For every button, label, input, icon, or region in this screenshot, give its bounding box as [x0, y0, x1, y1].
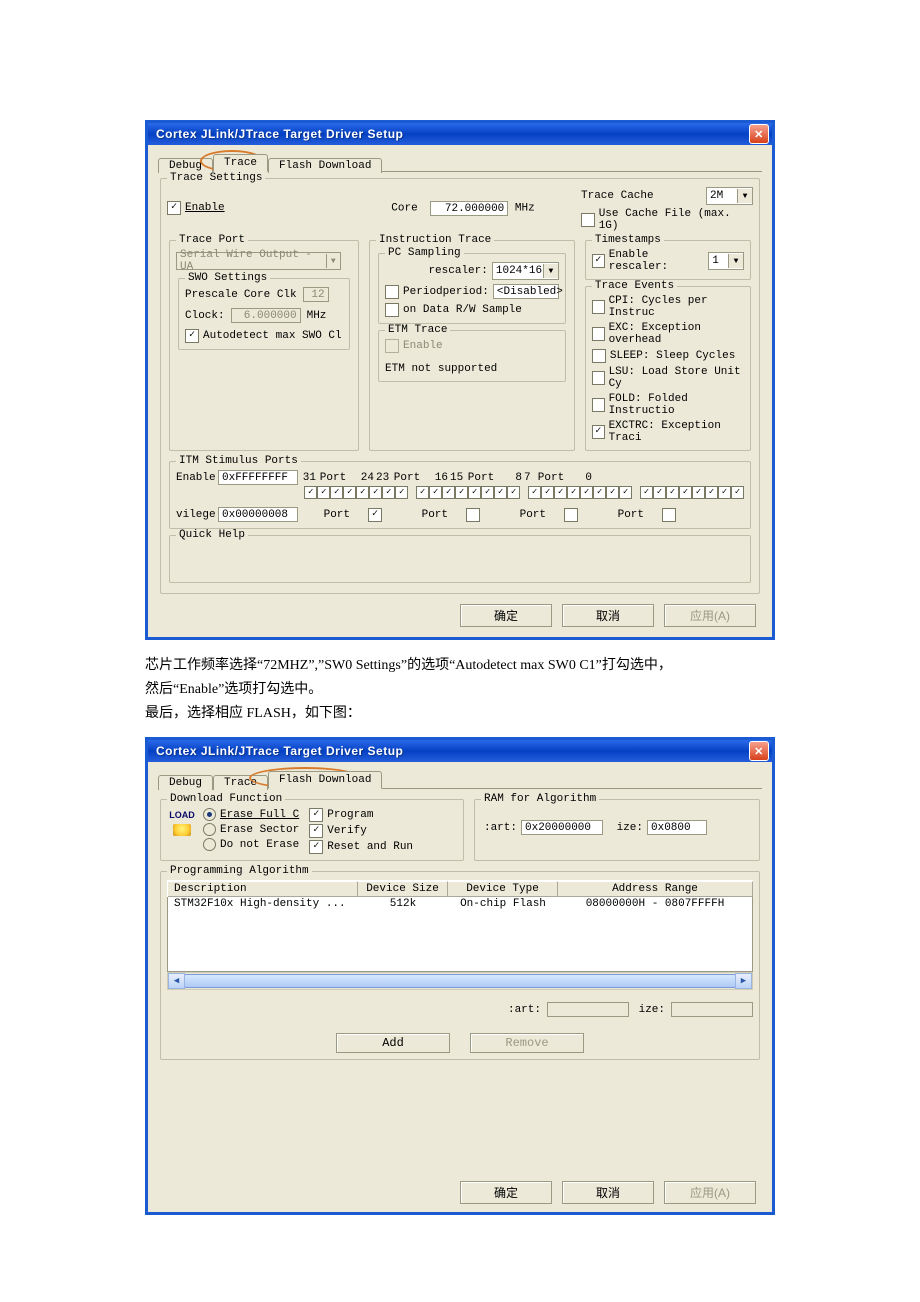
group-quick-help: Quick Help [169, 535, 751, 583]
etm-enable-checkbox: Enable [385, 339, 559, 353]
add-button[interactable]: Add [336, 1033, 450, 1053]
doc-annotation: 芯片工作频率选择“72MHZ”,”SW0 Settings”的选项“Autode… [145, 654, 775, 725]
event-exc[interactable]: EXC: Exception overhead [592, 322, 744, 346]
etm-note: ETM not supported [385, 363, 559, 375]
on-data-rw-checkbox[interactable]: on Data R/W Sample [385, 303, 559, 317]
dialog-trace: Cortex JLink/JTrace Target Driver Setup … [145, 120, 775, 640]
window-title: Cortex JLink/JTrace Target Driver Setup [156, 744, 403, 758]
itm-bits-23-16[interactable]: ✓✓✓✓✓✓✓✓ [416, 486, 520, 499]
priv-port-7-0[interactable] [662, 508, 676, 522]
group-etm-trace: ETM Trace Enable ETM not supported [378, 330, 566, 382]
swo-clock-input: 6.000000 [231, 308, 301, 323]
check-program[interactable]: ✓Program [309, 808, 413, 822]
algo-start-input [547, 1002, 629, 1017]
algo-table[interactable]: STM32F10x High-density ... 512k On-chip … [167, 897, 753, 972]
enable-checkbox[interactable]: ✓ Enable [167, 201, 345, 215]
trace-cache-label: Trace Cache [581, 190, 654, 202]
group-programming-algorithm: Programming Algorithm Description Device… [160, 871, 760, 1060]
algo-size-input [671, 1002, 753, 1017]
itm-enable-input[interactable]: 0xFFFFFFFF [218, 470, 298, 485]
titlebar[interactable]: Cortex JLink/JTrace Target Driver Setup … [148, 740, 772, 762]
cancel-button[interactable]: 取消 [562, 604, 654, 627]
titlebar[interactable]: Cortex JLink/JTrace Target Driver Setup … [148, 123, 772, 145]
apply-button: 应用(A) [664, 1181, 756, 1204]
check-reset-run[interactable]: ✓Reset and Run [309, 840, 413, 854]
window-title: Cortex JLink/JTrace Target Driver Setup [156, 127, 403, 141]
legend: Trace Settings [167, 172, 265, 184]
period-checkbox[interactable]: Periodperiod: <Disabled> [385, 284, 559, 299]
tab-debug[interactable]: Debug [158, 775, 213, 790]
load-icon: LOAD [167, 808, 197, 838]
ok-button[interactable]: 确定 [460, 1181, 552, 1204]
timestamps-enable-checkbox[interactable]: ✓ Enable rescaler: 1▼ [592, 249, 744, 273]
scroll-right-icon[interactable]: ▶ [735, 973, 752, 989]
event-sleep[interactable]: SLEEP: Sleep Cycles [592, 349, 744, 363]
core-input[interactable]: 72.000000 [430, 201, 508, 216]
timestamps-rescaler-select[interactable]: 1▼ [708, 252, 744, 270]
cancel-button[interactable]: 取消 [562, 1181, 654, 1204]
group-trace-settings: Trace Settings ✓ Enable Core 72.000000 M… [160, 178, 760, 594]
autodetect-checkbox[interactable]: ✓ Autodetect max SWO Cl [185, 329, 343, 343]
trace-cache-select[interactable]: 2M▼ [706, 187, 753, 205]
ram-size-input[interactable]: 0x0800 [647, 820, 707, 835]
group-ram-algorithm: RAM for Algorithm :art: 0x20000000 ize: … [474, 799, 760, 861]
table-row[interactable]: STM32F10x High-density ... 512k On-chip … [168, 897, 752, 911]
tab-flash-download[interactable]: Flash Download [268, 771, 382, 789]
period-input[interactable]: <Disabled> [493, 284, 559, 299]
core-clk-input: 12 [303, 287, 329, 302]
algo-table-header: Description Device Size Device Type Addr… [167, 880, 753, 897]
group-trace-events: Trace Events CPI: Cycles per Instruc EXC… [585, 286, 751, 451]
group-timestamps: Timestamps ✓ Enable rescaler: 1▼ [585, 240, 751, 280]
tabs: Debug Trace Flash Download [158, 770, 762, 788]
tab-trace[interactable]: Trace [213, 775, 268, 790]
trace-port-select: Serial Wire Output - UA▼ [176, 252, 341, 270]
itm-bits-7-0[interactable]: ✓✓✓✓✓✓✓✓ [640, 486, 744, 499]
event-fold[interactable]: FOLD: Folded Instructio [592, 393, 744, 417]
event-lsu[interactable]: LSU: Load Store Unit Cy [592, 366, 744, 390]
apply-button: 应用(A) [664, 604, 756, 627]
itm-bits-31-24[interactable]: ✓✓✓✓✓✓✓✓ [304, 486, 408, 499]
group-itm-ports: ITM Stimulus Ports Enable: 0xFFFFFFFF 31… [169, 461, 751, 529]
event-exctrc[interactable]: ✓EXCTRC: Exception Traci [592, 420, 744, 444]
use-cache-file-checkbox[interactable]: Use Cache File (max. 1G) [581, 208, 753, 232]
close-icon[interactable]: ✕ [749, 124, 769, 144]
group-download-function: Download Function LOAD Erase Full C Eras… [160, 799, 464, 861]
itm-bits-15-8[interactable]: ✓✓✓✓✓✓✓✓ [528, 486, 632, 499]
tabs: Debug Trace Flash Download [158, 153, 762, 171]
tab-trace[interactable]: Trace [213, 154, 268, 172]
scroll-left-icon[interactable]: ◀ [168, 973, 185, 989]
group-pc-sampling: PC Sampling rescaler: 1024*16▼ Periodper… [378, 253, 566, 324]
remove-button: Remove [470, 1033, 584, 1053]
radio-erase-sector[interactable]: Erase Sector [203, 823, 299, 836]
priv-port-23-16[interactable] [466, 508, 480, 522]
itm-privilege-input[interactable]: 0x00000008 [218, 507, 298, 522]
tab-flash-download[interactable]: Flash Download [268, 158, 382, 173]
event-cpi[interactable]: CPI: Cycles per Instruc [592, 295, 744, 319]
tab-debug[interactable]: Debug [158, 158, 213, 173]
core-label: Core [391, 203, 417, 215]
priv-port-15-8[interactable] [564, 508, 578, 522]
check-verify[interactable]: ✓Verify [309, 824, 413, 838]
group-trace-port: Trace Port Serial Wire Output - UA▼ SWO … [169, 240, 359, 451]
priv-port-31-24[interactable]: ✓ [368, 508, 382, 522]
close-icon[interactable]: ✕ [749, 741, 769, 761]
radio-do-not-erase[interactable]: Do not Erase [203, 838, 299, 851]
group-swo-settings: SWO Settings Prescale Core Clk 12 Clock:… [178, 278, 350, 350]
horizontal-scrollbar[interactable]: ◀ ▶ [167, 972, 753, 990]
ram-start-input[interactable]: 0x20000000 [521, 820, 603, 835]
dialog-flash: Cortex JLink/JTrace Target Driver Setup … [145, 737, 775, 1215]
ok-button[interactable]: 确定 [460, 604, 552, 627]
group-instruction-trace: Instruction Trace PC Sampling rescaler: … [369, 240, 575, 451]
pc-rescaler-select[interactable]: 1024*16▼ [492, 262, 559, 280]
radio-erase-full[interactable]: Erase Full C [203, 808, 299, 821]
